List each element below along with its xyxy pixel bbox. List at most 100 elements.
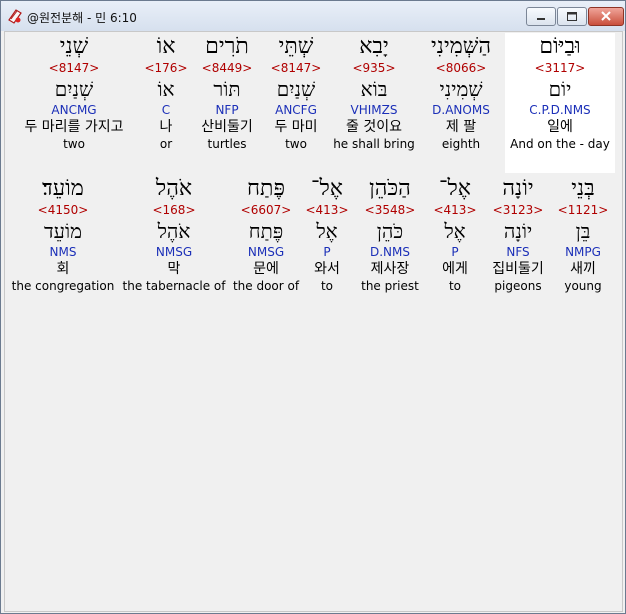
morphology-code: NMS	[49, 245, 77, 259]
word-column[interactable]: בְּנֵי <1121> בֵּן NMPG 새끼 young	[555, 176, 611, 294]
morphology-code: VHIMZS	[350, 103, 398, 117]
hebrew-word: יוֹנָה	[502, 176, 534, 201]
english-gloss: or	[159, 137, 173, 151]
title-bar[interactable]: @원전분해 - 민 6:10	[1, 1, 625, 31]
hebrew-word: שְׁתֵּי	[278, 34, 314, 59]
close-icon	[601, 11, 611, 21]
hebrew-lemma: תּוֹר	[213, 77, 241, 101]
hebrew-lemma: שְׁנַיִם	[54, 77, 94, 101]
hebrew-lemma: יוֹם	[548, 77, 572, 101]
korean-gloss: 나	[159, 119, 173, 135]
maximize-icon	[567, 12, 577, 21]
word-column[interactable]: פֶּתַח <6607> פֶּתַח NMSG 문에 the door of	[231, 176, 301, 294]
word-column[interactable]: וּבַיּוֹם <3117> יוֹם C.P.D.NMS 일에 And o…	[505, 34, 615, 152]
hebrew-lemma: אוֹ	[157, 77, 175, 101]
hebrew-word: אֶל־	[311, 176, 343, 201]
close-button[interactable]	[588, 7, 624, 26]
strong-number[interactable]: <3548>	[355, 202, 425, 218]
morphology-code: D.NMS	[369, 245, 410, 259]
english-gloss: eighth	[441, 137, 481, 151]
strong-number[interactable]: <935>	[331, 60, 417, 76]
morphology-code: NMPG	[565, 245, 601, 259]
bible-book-icon	[8, 9, 22, 24]
app-window: @원전분해 - 민 6:10 וּבַיּוֹם <3117> יוֹם C.P…	[0, 0, 626, 614]
strong-number[interactable]: <413>	[429, 202, 481, 218]
window-title: @원전분해 - 민 6:10	[27, 11, 137, 25]
word-column[interactable]: יָבִא <935> בּוֹא VHIMZS 줄 것이요 he shall …	[331, 34, 417, 152]
english-gloss: he shall bring	[333, 137, 415, 151]
strong-number[interactable]: <168>	[121, 202, 227, 218]
word-column[interactable]: הַכֹּהֵן <3548> כֹּהֵן D.NMS 제사장 the pri…	[355, 176, 425, 294]
korean-gloss: 일에	[547, 119, 573, 135]
hebrew-lemma: אֶל	[444, 219, 466, 243]
korean-gloss: 두 마미	[274, 119, 318, 135]
morphology-code: C.P.D.NMS	[529, 103, 591, 117]
korean-gloss: 두 마리를 가지고	[24, 119, 124, 135]
word-column[interactable]: שְׁנֵי <8147> שְׁנַיִם ANCMG 두 마리를 가지고 t…	[11, 34, 137, 152]
hebrew-word: תֹרִים	[205, 34, 249, 59]
hebrew-word: מוֹעֵד׃	[42, 176, 84, 201]
word-column[interactable]: אוֹ <176> אוֹ C 나 or	[141, 34, 191, 152]
morphology-code: NFS	[506, 245, 530, 259]
korean-gloss: 산비둘기	[201, 119, 253, 135]
morphology-code: ANCMG	[51, 103, 97, 117]
hebrew-word: אֶל־	[439, 176, 471, 201]
strong-number[interactable]: <3123>	[485, 202, 551, 218]
english-gloss: two	[285, 137, 307, 151]
word-column[interactable]: מוֹעֵד׃ <4150> מוֹעֵד NMS 회 the congrega…	[9, 176, 117, 294]
morphology-code: P	[451, 245, 459, 259]
hebrew-word: וּבַיּוֹם	[539, 34, 581, 59]
strong-number[interactable]: <8147>	[263, 60, 329, 76]
strong-number[interactable]: <8066>	[419, 60, 503, 76]
hebrew-lemma: אֶל	[316, 219, 338, 243]
strong-number[interactable]: <6607>	[231, 202, 301, 218]
word-column[interactable]: יוֹנָה <3123> יוֹנָה NFS 집비둘기 pigeons	[485, 176, 551, 294]
morphology-code: C	[161, 103, 171, 117]
hebrew-lemma: פֶּתַח	[248, 219, 284, 243]
hebrew-word: אֹהֶל	[155, 176, 193, 201]
korean-gloss: 회	[56, 261, 70, 277]
word-column[interactable]: שְׁתֵּי <8147> שְׁנַיִם ANCFG 두 마미 two	[263, 34, 329, 152]
korean-gloss: 줄 것이요	[346, 119, 402, 135]
hebrew-lemma: מוֹעֵד	[44, 219, 82, 243]
english-gloss: to	[320, 279, 334, 293]
morphology-code: ANCFG	[275, 103, 317, 117]
hebrew-lemma: בּוֹא	[360, 77, 388, 101]
english-gloss: the tabernacle of	[122, 279, 226, 293]
korean-gloss: 제사장	[370, 261, 410, 277]
english-gloss: young	[564, 279, 602, 293]
korean-gloss: 제 팔	[445, 119, 477, 135]
word-column[interactable]: תֹרִים <8449> תּוֹר NFP 산비둘기 turtles	[194, 34, 260, 152]
word-column[interactable]: הַשְּׁמִינִי <8066> שְׁמִינִי D.ANOMS 제 …	[419, 34, 503, 152]
korean-gloss: 막	[167, 261, 181, 277]
english-gloss: the door of	[232, 279, 300, 293]
english-gloss: And on the - day	[510, 137, 610, 151]
english-gloss: pigeons	[494, 279, 542, 293]
hebrew-word: אוֹ	[156, 34, 176, 59]
maximize-button[interactable]	[557, 7, 587, 26]
hebrew-lemma: כֹּהֵן	[376, 219, 404, 243]
word-column[interactable]: אֶל־ <413> אֶל P 와서 to	[303, 176, 351, 294]
strong-number[interactable]: <4150>	[9, 202, 117, 218]
word-column[interactable]: אֹהֶל <168> אֹהֶל NMSG 막 the tabernacle …	[121, 176, 227, 294]
minimize-icon	[537, 18, 545, 20]
morphology-code: P	[323, 245, 331, 259]
strong-number[interactable]: <8147>	[11, 60, 137, 76]
morphology-code: NMSG	[247, 245, 285, 259]
strong-number[interactable]: <176>	[141, 60, 191, 76]
strong-number[interactable]: <413>	[303, 202, 351, 218]
morphology-code: NMSG	[155, 245, 193, 259]
hebrew-lemma: אֹהֶל	[157, 219, 191, 243]
strong-number[interactable]: <8449>	[194, 60, 260, 76]
strong-number[interactable]: <3117>	[505, 60, 615, 76]
minimize-button[interactable]	[526, 7, 556, 26]
morphology-code: NFP	[215, 103, 239, 117]
hebrew-lemma: שְׁנַיִם	[276, 77, 316, 101]
word-column[interactable]: אֶל־ <413> אֶל P 에게 to	[429, 176, 481, 294]
hebrew-word: הַכֹּהֵן	[369, 176, 411, 201]
interlinear-panel[interactable]: וּבַיּוֹם <3117> יוֹם C.P.D.NMS 일에 And o…	[4, 31, 623, 612]
strong-number[interactable]: <1121>	[555, 202, 611, 218]
english-gloss: turtles	[207, 137, 247, 151]
morphology-code: D.ANOMS	[432, 103, 490, 117]
hebrew-word: שְׁנֵי	[59, 34, 89, 59]
